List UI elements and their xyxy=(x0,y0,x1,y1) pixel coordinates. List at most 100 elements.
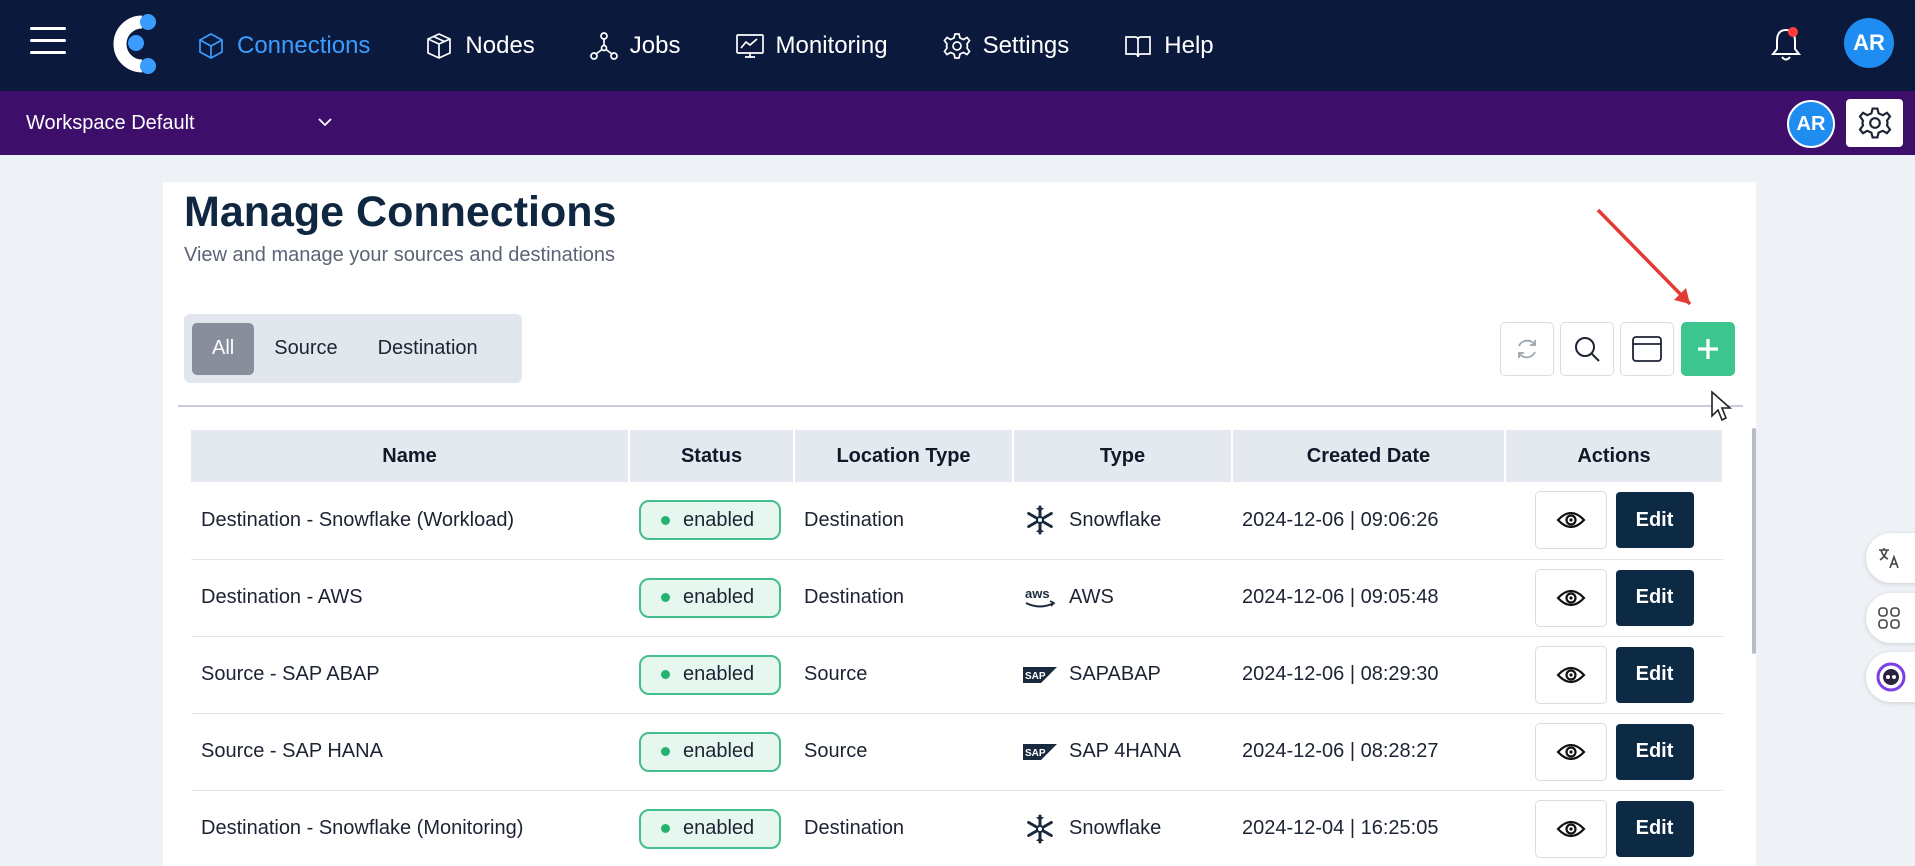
header-status[interactable]: Status xyxy=(629,430,795,482)
cell-location-type: Source xyxy=(794,713,1013,791)
view-button[interactable] xyxy=(1534,645,1607,704)
workspace-avatar[interactable]: AR xyxy=(1787,100,1835,148)
status-badge: enabled xyxy=(639,654,781,695)
gear-icon xyxy=(942,32,971,59)
edit-button[interactable]: Edit xyxy=(1615,569,1694,626)
apps-widget[interactable] xyxy=(1866,593,1915,643)
status-badge: enabled xyxy=(639,577,781,618)
table-row[interactable]: Destination - AWS enabled Destination aws AW… xyxy=(191,559,1723,637)
workspace-settings-button[interactable] xyxy=(1846,99,1903,147)
view-button[interactable] xyxy=(1534,568,1607,627)
cell-location-type: Destination xyxy=(794,559,1013,637)
cell-created-date: 2024-12-06 | 09:05:48 xyxy=(1232,559,1505,637)
table-row[interactable]: Destination - Snowflake (Monitoring) enab… xyxy=(191,790,1723,866)
eye-icon xyxy=(1555,512,1586,529)
cell-type: AWS xyxy=(1069,586,1114,608)
header-type[interactable]: Type xyxy=(1013,430,1233,482)
filter-destination-button[interactable]: Destination xyxy=(358,323,498,375)
translate-icon xyxy=(1879,548,1899,569)
eye-icon xyxy=(1555,666,1586,683)
header-location-type[interactable]: Location Type xyxy=(794,430,1014,482)
edit-button[interactable]: Edit xyxy=(1615,646,1694,703)
nav-label: Jobs xyxy=(629,31,681,59)
table-row[interactable]: Source - SAP ABAP enabled Source SAP SAPABAP… xyxy=(191,636,1723,714)
search-icon xyxy=(1575,337,1600,362)
table-scrollbar[interactable] xyxy=(1752,428,1756,654)
status-text: enabled xyxy=(683,586,755,608)
top-navbar: Connections Nodes Jobs Monitoring Settin… xyxy=(0,0,1915,91)
svg-text:SAP: SAP xyxy=(1025,748,1046,759)
nav-monitoring[interactable]: Monitoring xyxy=(735,31,888,61)
search-button[interactable] xyxy=(1560,322,1614,376)
cell-type: Snowflake xyxy=(1069,508,1162,531)
eye-icon xyxy=(1555,743,1586,760)
view-button[interactable] xyxy=(1534,491,1607,550)
gear-icon xyxy=(1858,107,1891,139)
header-created-date[interactable]: Created Date xyxy=(1232,430,1506,482)
cell-type: SAP 4HANA xyxy=(1069,740,1181,762)
nav-connections[interactable]: Connections xyxy=(196,31,370,61)
filter-source-button[interactable]: Source xyxy=(254,323,357,375)
workspace-name: Workspace Default xyxy=(26,111,195,134)
workspace-dropdown[interactable]: Workspace Default xyxy=(26,107,336,139)
cell-name: Destination - Snowflake (Monitoring) xyxy=(191,790,629,866)
cell-location-type: Destination xyxy=(794,790,1013,866)
divider xyxy=(178,405,1743,407)
status-dot xyxy=(661,670,670,679)
plus-icon xyxy=(1698,339,1718,359)
hamburger-menu-icon[interactable] xyxy=(30,27,66,57)
filter-all-button[interactable]: All xyxy=(192,322,255,375)
add-connection-button[interactable] xyxy=(1681,322,1735,376)
cell-name: Destination - AWS xyxy=(191,559,629,637)
view-button[interactable] xyxy=(1534,722,1607,781)
cell-created-date: 2024-12-06 | 08:28:27 xyxy=(1232,713,1505,791)
translate-widget[interactable] xyxy=(1866,533,1915,583)
edit-button[interactable]: Edit xyxy=(1615,492,1694,549)
notification-bell-icon[interactable] xyxy=(1768,24,1804,64)
nav-label: Connections xyxy=(237,31,371,59)
nav-nodes[interactable]: Nodes xyxy=(424,31,535,61)
table-header-row: Name Status Location Type Type Created D… xyxy=(191,430,1723,482)
user-avatar[interactable]: AR xyxy=(1844,18,1894,68)
mouse-cursor-icon xyxy=(1711,390,1733,422)
nav-help[interactable]: Help xyxy=(1123,31,1214,61)
cell-created-date: 2024-12-06 | 08:29:30 xyxy=(1232,636,1505,714)
box-icon xyxy=(427,32,452,59)
assistant-widget[interactable] xyxy=(1866,652,1915,702)
eye-icon xyxy=(1555,589,1586,606)
snowflake-icon xyxy=(1023,813,1057,845)
cube-icon xyxy=(199,32,223,59)
cell-name: Source - SAP HANA xyxy=(191,713,629,791)
grid-apps-icon xyxy=(1878,607,1900,629)
app-logo[interactable] xyxy=(102,12,166,76)
snowflake-icon xyxy=(1023,504,1057,536)
connections-card: Manage Connections View and manage your … xyxy=(163,182,1756,866)
nav-label: Settings xyxy=(982,31,1070,59)
refresh-icon xyxy=(1518,339,1536,359)
status-dot xyxy=(661,593,670,602)
window-icon xyxy=(1632,336,1662,362)
cell-location-type: Destination xyxy=(794,482,1013,560)
nav-jobs[interactable]: Jobs xyxy=(589,31,681,61)
nav-settings[interactable]: Settings xyxy=(942,31,1070,61)
sap-icon: SAP xyxy=(1023,659,1057,691)
cell-location-type: Source xyxy=(794,636,1013,714)
view-button[interactable] xyxy=(1534,799,1607,858)
table-row[interactable]: Destination - Snowflake (Workload) enable… xyxy=(191,482,1723,560)
edit-button[interactable]: Edit xyxy=(1615,723,1694,780)
connections-table: Name Status Location Type Type Created D… xyxy=(191,430,1723,866)
edit-button[interactable]: Edit xyxy=(1615,800,1694,857)
cell-type: SAPABAP xyxy=(1069,663,1161,685)
nav-label: Help xyxy=(1164,31,1214,59)
page-title: Manage Connections xyxy=(184,188,617,236)
columns-view-button[interactable] xyxy=(1620,322,1674,376)
refresh-button[interactable] xyxy=(1500,322,1554,376)
status-text: enabled xyxy=(683,817,755,839)
eye-icon xyxy=(1555,820,1586,837)
status-text: enabled xyxy=(683,663,755,685)
cell-created-date: 2024-12-04 | 16:25:05 xyxy=(1232,790,1505,866)
table-row[interactable]: Source - SAP HANA enabled Source SAP SAP 4HA… xyxy=(191,713,1723,791)
status-badge: enabled xyxy=(639,500,781,541)
header-name[interactable]: Name xyxy=(191,430,630,482)
status-text: enabled xyxy=(683,508,755,531)
